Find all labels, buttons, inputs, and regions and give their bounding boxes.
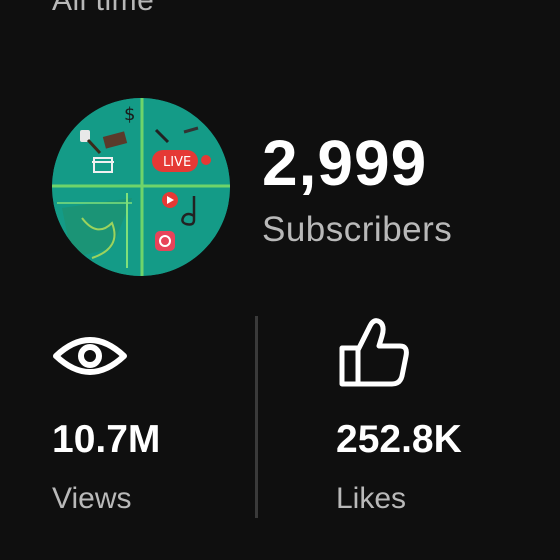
eye-icon bbox=[52, 318, 128, 394]
svg-text:LIVE: LIVE bbox=[163, 155, 191, 170]
stats-divider bbox=[255, 316, 258, 518]
thumbs-up-icon bbox=[336, 314, 412, 390]
views-label: Views bbox=[52, 482, 132, 515]
subscribers-label: Subscribers bbox=[262, 210, 453, 249]
likes-label: Likes bbox=[336, 482, 407, 515]
svg-text:$: $ bbox=[124, 104, 135, 125]
likes-count: 252.8K bbox=[336, 418, 462, 461]
period-label: All time bbox=[52, 0, 155, 17]
channel-avatar[interactable]: $ LIVE bbox=[52, 98, 230, 276]
avatar-image: $ LIVE bbox=[52, 98, 230, 276]
subscribers-count: 2,999 bbox=[262, 127, 428, 199]
views-count: 10.7M bbox=[52, 418, 161, 461]
